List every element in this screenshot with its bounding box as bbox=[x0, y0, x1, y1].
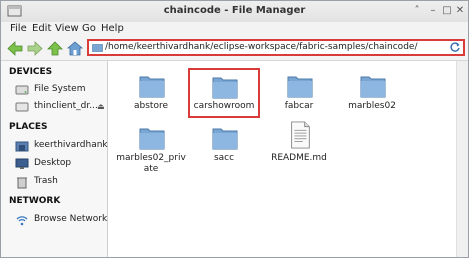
file-view[interactable]: abstore carshowroom fabcar marbles02 mar… bbox=[108, 61, 456, 257]
menu-file[interactable]: File bbox=[10, 23, 27, 34]
window-close-icon[interactable]: ✕ bbox=[454, 5, 466, 17]
sidebar-item-home[interactable]: keerthivardhank bbox=[15, 139, 108, 153]
sidebar-item-label: Trash bbox=[34, 176, 58, 186]
window-minimize-icon[interactable]: – bbox=[427, 5, 439, 17]
sidebar-item-trash[interactable]: Trash bbox=[15, 175, 107, 189]
sidebar-item-browse-network[interactable]: Browse Network bbox=[15, 213, 107, 227]
vertical-scrollbar[interactable] bbox=[456, 61, 468, 257]
window-title: chaincode - File Manager bbox=[163, 5, 306, 16]
window-shade-icon[interactable]: ˄ bbox=[411, 5, 423, 17]
hard-drive-icon bbox=[15, 85, 29, 95]
file-name: abstore bbox=[134, 101, 168, 111]
devices-header: DEVICES bbox=[9, 67, 53, 77]
forward-arrow-icon[interactable] bbox=[26, 40, 44, 57]
back-arrow-icon[interactable] bbox=[6, 40, 24, 57]
file-manager-window: chaincode - File Manager ˄ – □ ✕ File Ed… bbox=[0, 0, 469, 258]
file-item-marbles02[interactable]: marbles02 bbox=[337, 71, 407, 127]
folder-icon bbox=[139, 128, 165, 150]
folder-small-icon bbox=[92, 44, 103, 52]
file-item-carshowroom[interactable]: carshowroom bbox=[188, 68, 260, 118]
network-header: NETWORK bbox=[9, 196, 61, 206]
menu-help[interactable]: Help bbox=[101, 23, 124, 34]
file-name: fabcar bbox=[284, 101, 314, 111]
folder-icon bbox=[287, 76, 313, 98]
menu-bar: File Edit View Go Help bbox=[1, 22, 468, 37]
folder-icon bbox=[212, 77, 238, 99]
file-item-abstore[interactable]: abstore bbox=[116, 71, 186, 127]
trash-icon bbox=[17, 177, 27, 189]
file-item-readme[interactable]: README.md bbox=[264, 121, 334, 177]
file-item-fabcar[interactable]: fabcar bbox=[264, 71, 334, 127]
network-icon bbox=[16, 216, 28, 226]
menu-edit[interactable]: Edit bbox=[32, 23, 51, 34]
sidebar-item-label: Desktop bbox=[34, 158, 72, 168]
location-path[interactable]: /home/keerthivardhank/eclipse-workspace/… bbox=[105, 42, 417, 52]
file-name: marbles02_private bbox=[116, 153, 186, 174]
sidebar-item-label: keerthivardhank bbox=[34, 140, 108, 150]
menu-view[interactable]: View bbox=[55, 23, 79, 34]
folder-icon bbox=[212, 128, 238, 150]
home-icon[interactable] bbox=[66, 40, 84, 57]
home-folder-icon bbox=[15, 141, 29, 152]
eject-icon[interactable]: ⏏ bbox=[97, 102, 105, 111]
sidebar-item-file-system[interactable]: File System bbox=[15, 83, 107, 97]
sidebar-item-label: File System bbox=[34, 84, 86, 94]
desktop-icon bbox=[15, 158, 29, 169]
file-item-marbles02-private[interactable]: marbles02_private bbox=[116, 123, 186, 174]
drive-icon bbox=[15, 102, 29, 112]
menu-go[interactable]: Go bbox=[82, 23, 96, 34]
title-bar[interactable]: chaincode - File Manager ˄ – □ ✕ bbox=[1, 1, 468, 23]
sidebar: DEVICES File System thinclient_dr... ⏏ P… bbox=[1, 61, 108, 257]
places-header: PLACES bbox=[9, 122, 48, 132]
sidebar-item-thinclient-drives[interactable]: thinclient_dr... ⏏ bbox=[15, 100, 107, 114]
file-item-sacc[interactable]: sacc bbox=[189, 123, 259, 179]
file-name: marbles02 bbox=[348, 101, 396, 111]
sidebar-item-label: Browse Network bbox=[34, 214, 108, 224]
window-maximize-icon[interactable]: □ bbox=[441, 5, 453, 17]
folder-icon bbox=[139, 76, 165, 98]
sidebar-item-desktop[interactable]: Desktop bbox=[15, 157, 107, 171]
up-arrow-icon[interactable] bbox=[46, 40, 64, 57]
file-name: carshowroom bbox=[193, 101, 255, 111]
text-file-icon bbox=[291, 121, 310, 149]
file-name: README.md bbox=[271, 153, 327, 163]
sidebar-item-label: thinclient_dr... bbox=[34, 101, 98, 111]
reload-icon[interactable] bbox=[450, 42, 461, 53]
folder-icon bbox=[360, 76, 386, 98]
location-bar[interactable]: /home/keerthivardhank/eclipse-workspace/… bbox=[87, 39, 465, 56]
file-name: sacc bbox=[213, 153, 235, 163]
